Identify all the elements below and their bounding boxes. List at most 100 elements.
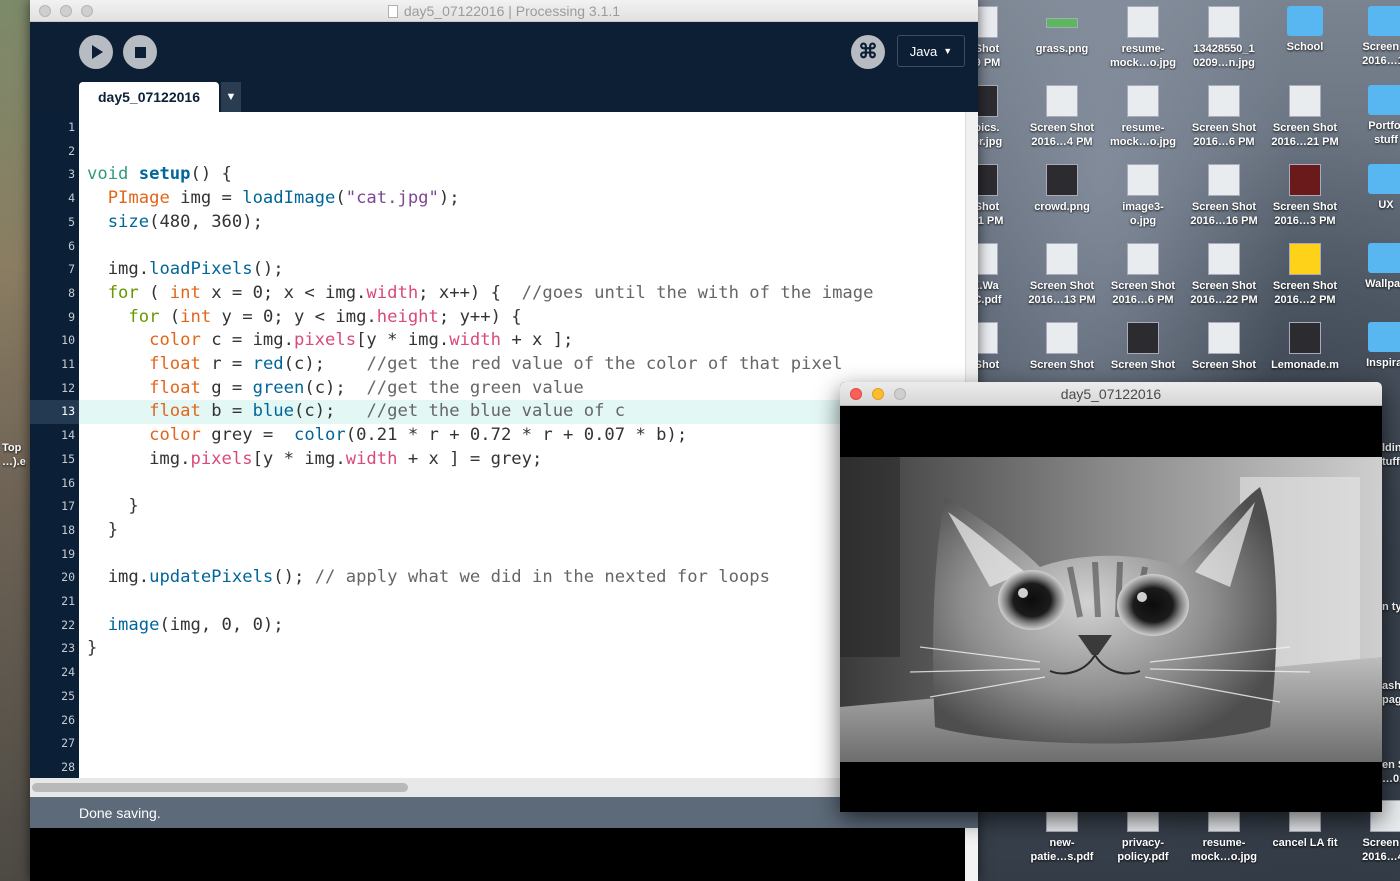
line-number: 5 xyxy=(68,214,75,229)
console-area[interactable] xyxy=(30,828,978,881)
desktop-icon-label: Screen Shot xyxy=(1029,359,1095,371)
code-token: r = xyxy=(200,354,253,374)
line-number: 24 xyxy=(61,665,75,680)
desktop-icon-item[interactable]: Screen Shot 2016…21 PM xyxy=(1264,85,1346,149)
line-number: 7 xyxy=(68,262,75,277)
code-line[interactable] xyxy=(79,661,965,685)
desktop-icon-item[interactable]: Screen Shot xyxy=(1183,322,1265,372)
code-token: image xyxy=(107,614,160,635)
code-line[interactable] xyxy=(79,685,965,709)
line-number: 11 xyxy=(61,357,75,371)
tab-menu-button[interactable]: ▼ xyxy=(221,82,241,112)
code-line[interactable]: float r = red(c); //get the red value of… xyxy=(79,353,965,377)
desktop-icon-item[interactable]: Screen Shot 2016…16 PM xyxy=(1183,164,1265,228)
code-line[interactable] xyxy=(79,543,965,567)
desktop-icon-item[interactable]: Wallpap xyxy=(1345,243,1400,291)
desktop-icon-item[interactable]: Screen Shot xyxy=(1102,322,1184,372)
desktop-icon-item[interactable]: Screen Shot 2016…2 PM xyxy=(1264,243,1346,307)
code-line[interactable]: for ( int x = 0; x < img.width; x++) { /… xyxy=(79,282,965,306)
code-line[interactable]: PImage img = loadImage("cat.jpg"); xyxy=(79,187,965,211)
code-token: float xyxy=(149,401,201,422)
code-line[interactable] xyxy=(79,709,965,733)
folder-icon xyxy=(1368,6,1400,36)
code-line[interactable]: float b = blue(c); //get the blue value … xyxy=(79,400,965,425)
code-line[interactable]: img.pixels[y * img.width + x ] = grey; xyxy=(79,448,965,472)
desktop-icon-item[interactable]: UX xyxy=(1345,164,1400,212)
debugger-button[interactable]: ⌘ xyxy=(851,35,885,69)
desktop-icon-item[interactable]: Screen Shot 2016…22 PM xyxy=(1183,243,1265,307)
desktop-icon-item[interactable]: Lemonade.m xyxy=(1264,322,1346,372)
console-scrollbar[interactable] xyxy=(965,828,978,881)
file-icon xyxy=(1208,322,1240,354)
code-editor[interactable]: void setup() { PImage img = loadImage("c… xyxy=(79,112,965,778)
debugger-icon: ⌘ xyxy=(858,41,878,63)
desktop-icon-label: crowd.png xyxy=(1034,201,1090,213)
desktop-icon-item[interactable]: image3- o.jpg xyxy=(1102,164,1184,228)
code-line[interactable] xyxy=(79,116,965,140)
run-button[interactable] xyxy=(79,35,113,69)
desktop-icon-label: Screen Shot 2016…4 PM xyxy=(1029,122,1095,148)
desktop-icon-item[interactable]: Screen Shot 2016…6 PM xyxy=(1183,85,1265,149)
code-line[interactable] xyxy=(79,732,965,756)
code-line[interactable] xyxy=(79,472,965,496)
code-token: (); xyxy=(252,259,284,280)
code-line[interactable]: void setup() { xyxy=(79,163,965,187)
desktop-icon-item[interactable]: Portfol stuff xyxy=(1345,85,1400,147)
desktop-icon-item[interactable]: Screen Shot 2016…13 PM xyxy=(1021,243,1103,307)
code-token: + x ] = grey; xyxy=(397,448,543,469)
tab-day5[interactable]: day5_07122016 xyxy=(79,82,219,112)
code-line[interactable]: } xyxy=(79,637,965,661)
desktop-icon-item[interactable]: 13428550_1 0209…n.jpg xyxy=(1183,6,1265,70)
desktop-icon-item[interactable]: crowd.png xyxy=(1021,164,1103,214)
code-line[interactable] xyxy=(79,756,965,778)
status-message: Done saving. xyxy=(79,805,161,821)
desktop-icon-item[interactable]: Screen Shot 2016…6 PM xyxy=(1102,243,1184,307)
chevron-down-icon: ▼ xyxy=(225,91,237,103)
mode-selector[interactable]: Java ▼ xyxy=(897,35,965,67)
desktop-icon-item[interactable]: grass.png xyxy=(1021,6,1103,56)
code-line[interactable]: img.updatePixels(); // apply what we did… xyxy=(79,566,965,590)
desktop-icon-label: Screen Shot 2016…6 PM xyxy=(1110,280,1176,306)
code-token: //get the green value xyxy=(366,377,584,398)
code-token: color xyxy=(293,425,346,446)
code-token: img. xyxy=(87,259,150,280)
code-token: y = 0; y < img. xyxy=(211,306,377,327)
file-icon xyxy=(1046,18,1078,28)
file-icon xyxy=(1046,85,1078,117)
code-line[interactable] xyxy=(79,235,965,259)
code-line[interactable] xyxy=(79,140,965,164)
line-number: 25 xyxy=(61,688,75,703)
horizontal-scroll-thumb[interactable] xyxy=(32,783,408,792)
desktop-icon-label: Screen S 2016…41 xyxy=(1362,837,1400,863)
folder-icon xyxy=(1368,243,1400,273)
desktop-icon-item[interactable]: resume- mock…o.jpg xyxy=(1102,6,1184,70)
code-line[interactable]: color grey = color(0.21 * r + 0.72 * r +… xyxy=(79,424,965,448)
stop-button[interactable] xyxy=(123,35,157,69)
code-line[interactable]: image(img, 0, 0); xyxy=(79,614,965,638)
desktop-icon-item[interactable]: School xyxy=(1264,6,1346,54)
desktop-icon-item[interactable]: Inspirat xyxy=(1345,322,1400,370)
code-token: ; y++) { xyxy=(438,306,522,327)
code-token: loadPixels xyxy=(149,259,253,280)
code-line[interactable]: for (int y = 0; y < img.height; y++) { xyxy=(79,306,965,330)
code-line[interactable]: } xyxy=(79,519,965,543)
code-line[interactable]: float g = green(c); //get the green valu… xyxy=(79,377,965,401)
code-line[interactable]: } xyxy=(79,495,965,519)
desktop-icon-label: Screen Shot 2016…13 PM xyxy=(1028,280,1096,306)
line-number: 23 xyxy=(61,641,75,656)
line-number: 8 xyxy=(68,285,75,300)
code-line[interactable]: color c = img.pixels[y * img.width + x ]… xyxy=(79,329,965,353)
line-number: 28 xyxy=(61,759,75,774)
desktop-icon-item[interactable]: Screen Shot 2016…4 PM xyxy=(1021,85,1103,149)
desktop-icon-item[interactable]: resume- mock…o.jpg xyxy=(1102,85,1184,149)
code-line[interactable]: size(480, 360); xyxy=(79,211,965,235)
desktop-partial-label: tuff xyxy=(1382,456,1400,468)
horizontal-scrollbar[interactable] xyxy=(30,778,978,797)
code-line[interactable]: img.loadPixels(); xyxy=(79,258,965,282)
desktop-icon-item[interactable]: Screen Shot xyxy=(1021,322,1103,372)
code-line[interactable] xyxy=(79,590,965,614)
desktop-icon-item[interactable]: Screen S 2016…10 xyxy=(1345,6,1400,68)
desktop-icon-item[interactable]: Screen Shot 2016…3 PM xyxy=(1264,164,1346,228)
